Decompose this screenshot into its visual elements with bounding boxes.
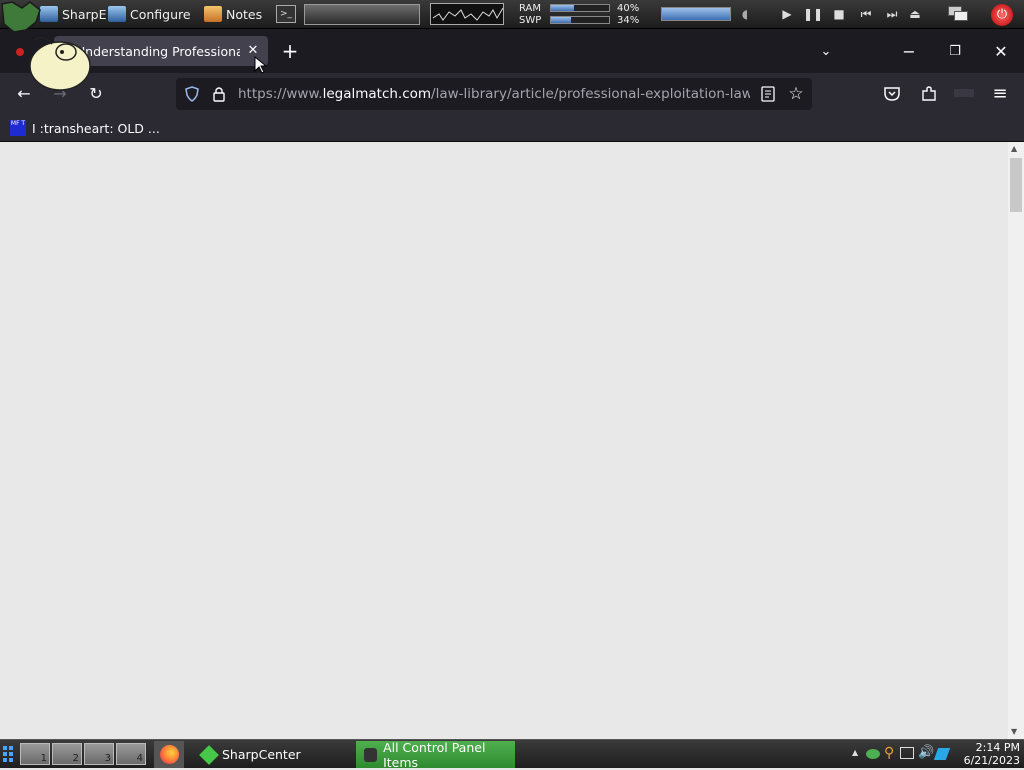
clock-time: 2:14 PM	[975, 741, 1020, 754]
url-text[interactable]: https://www.legalmatch.com/law-library/a…	[238, 86, 750, 102]
ram-label: RAM	[519, 3, 542, 14]
firefox-launcher[interactable]	[154, 741, 184, 768]
mascot-sticker-icon	[1, 1, 91, 91]
pocket-icon[interactable]	[883, 85, 901, 103]
taskbar-app-notes[interactable]: Notes	[204, 5, 262, 23]
close-window-icon[interactable]: ✕	[990, 39, 1012, 63]
url-path: /law-library/article/professional-exploi…	[431, 86, 750, 102]
url-domain: legalmatch.com	[322, 86, 432, 102]
system-top-bar: SharpE Configure Notes >_ RAM SWP 40% 34…	[0, 0, 1024, 91]
vertical-scrollbar[interactable]: ▲ ▼	[1008, 142, 1024, 739]
workspace-4[interactable]: 4	[116, 743, 146, 765]
bookmark-star-icon[interactable]: ☆	[786, 84, 806, 104]
workspace-2[interactable]: 2	[52, 743, 82, 765]
browser-nav-bar: ← → ↻ https://www.legalmatch.com/law-lib…	[0, 73, 1024, 114]
swp-bar	[550, 16, 610, 24]
app-label: Notes	[226, 6, 263, 22]
reader-view-icon[interactable]	[760, 86, 776, 102]
power-icon[interactable]: ⏻	[991, 4, 1013, 26]
play-icon[interactable]: ▶	[780, 7, 794, 21]
bookmarks-toolbar: MF T I :transheart: OLD ...	[0, 114, 1024, 142]
bookmark-item[interactable]: MF T I :transheart: OLD ...	[10, 118, 160, 138]
scrollbar-thumb[interactable]	[1010, 158, 1022, 212]
start-menu-icon[interactable]	[3, 746, 15, 762]
tray-search-icon[interactable]: ⚲	[884, 745, 894, 761]
task-label: SharpCenter	[222, 747, 301, 762]
task-control-panel[interactable]: All Control Panel Items	[356, 739, 515, 770]
volume-slider[interactable]	[661, 7, 731, 21]
stop-icon[interactable]: ■	[832, 7, 846, 21]
padlock-icon[interactable]	[212, 86, 226, 102]
monitor-icon	[108, 6, 126, 22]
scroll-up-arrow-icon[interactable]: ▲	[1011, 144, 1017, 153]
url-bar[interactable]: https://www.legalmatch.com/law-library/a…	[176, 78, 812, 110]
tab-title: Understanding Professional Exploitation …	[76, 43, 240, 59]
bookmark-favicon: MF T	[10, 120, 26, 136]
restore-window-icon[interactable]: ❐	[944, 39, 966, 63]
notes-icon	[204, 6, 222, 22]
task-label: All Control Panel Items	[383, 739, 486, 770]
control-panel-icon	[364, 747, 378, 762]
swp-label: SWP	[519, 15, 542, 26]
bookmark-label: I :transheart: OLD ...	[32, 120, 160, 136]
workspace-3[interactable]: 3	[84, 743, 114, 765]
new-tab-icon[interactable]: +	[280, 39, 300, 63]
ram-percent: 40%	[617, 3, 640, 14]
ram-bar	[550, 4, 610, 12]
hamburger-menu-icon[interactable]: ≡	[988, 81, 1012, 105]
sharpcenter-icon	[199, 744, 219, 765]
tray-app-icon[interactable]	[866, 749, 880, 759]
windows-switcher-icon[interactable]	[948, 6, 968, 22]
speaker-icon[interactable]: ◖	[738, 7, 752, 21]
task-sharpcenter[interactable]: SharpCenter	[194, 741, 354, 768]
list-tabs-chevron-icon[interactable]: ⌄	[816, 39, 836, 63]
bottom-taskbar: 1 2 3 4 SharpCenter All Control Panel It…	[0, 739, 1024, 770]
page-content-area[interactable]	[0, 142, 1008, 739]
cpu-gauge	[304, 4, 420, 25]
clock-date: 6/21/2023	[963, 754, 1020, 767]
eject-icon[interactable]: ⏏	[908, 7, 922, 21]
tracking-shield-icon[interactable]	[184, 86, 200, 102]
tray-expand-icon[interactable]: ▲	[852, 748, 858, 757]
browser-tab-strip: Understanding Professional Exploitation …	[0, 29, 1024, 73]
extensions-puzzle-icon[interactable]	[920, 85, 938, 103]
next-track-icon[interactable]: ⏭	[882, 7, 902, 21]
previous-track-icon[interactable]: ⏮	[856, 7, 876, 21]
extension-icon[interactable]	[954, 89, 974, 97]
pause-icon[interactable]: ❚❚	[803, 7, 823, 21]
network-icon[interactable]	[900, 747, 914, 759]
app-label: Configure	[130, 6, 191, 22]
clock[interactable]: 2:14 PM 6/21/2023	[960, 741, 1020, 767]
scroll-down-arrow-icon[interactable]: ▼	[1011, 727, 1017, 736]
tray-bluetooth-icon[interactable]	[933, 748, 951, 760]
url-scheme: https://www.	[238, 86, 323, 102]
swp-percent: 34%	[617, 15, 640, 26]
minimize-window-icon[interactable]: −	[898, 39, 920, 63]
terminal-icon[interactable]: >_	[276, 5, 296, 23]
workspace-1[interactable]: 1	[20, 743, 50, 765]
volume-icon[interactable]: 🔊	[918, 745, 934, 760]
mouse-cursor-icon	[254, 56, 266, 74]
taskbar-app-configure[interactable]: Configure	[108, 5, 191, 23]
firefox-icon	[160, 745, 179, 764]
network-graph	[430, 3, 504, 25]
